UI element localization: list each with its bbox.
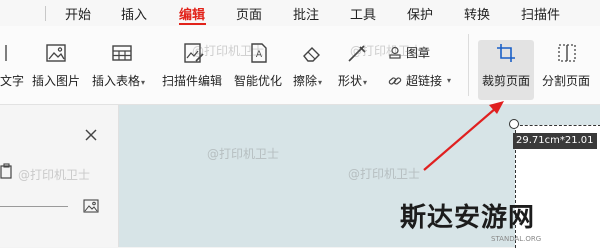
tool-insert-image-label: 插入图片 [32, 74, 81, 88]
panel-slider-track[interactable] [0, 206, 68, 207]
menu-convert[interactable]: 转换 [464, 4, 490, 23]
tool-insert-table[interactable] [110, 42, 134, 64]
close-icon[interactable] [85, 129, 97, 141]
tool-insert-image[interactable] [44, 42, 68, 64]
tool-hyperlink[interactable]: 超链接 ▾ [388, 72, 451, 89]
tool-scan-edit-label: 扫描件编辑 [162, 74, 223, 88]
tool-crop-page-label: 裁剪页面 [482, 74, 531, 88]
tool-eraser-label: 擦除▾ [293, 74, 323, 88]
tool-smart-optimize-label: 智能优化 [234, 74, 283, 88]
tool-text[interactable] [0, 42, 22, 64]
menu-tools[interactable]: 工具 [350, 4, 376, 23]
tool-insert-table-label: 插入表格▾ [92, 74, 146, 88]
menu-edit[interactable]: 编辑 [179, 4, 205, 23]
menu-protect[interactable]: 保护 [407, 4, 433, 23]
tool-split-page[interactable] [555, 42, 579, 64]
tool-split-page-label: 分割页面 [542, 74, 591, 88]
page-dimension-badge: 29.71cm*21.01 [513, 133, 597, 149]
chevron-down-icon: ▾ [363, 78, 368, 87]
menu-scan[interactable]: 扫描件 [521, 4, 560, 23]
link-icon [388, 76, 402, 85]
watermark-text: @打印机卫士 [192, 44, 265, 58]
image-icon[interactable] [83, 199, 99, 213]
menu-insert[interactable]: 插入 [121, 4, 147, 23]
table-icon [112, 45, 132, 61]
watermark-text: @打印机卫士 [348, 167, 421, 181]
eraser-icon [303, 47, 320, 62]
text-icon [5, 45, 7, 61]
ribbon-toolbar: 文字 插入图片 插入表格▾ 扫描件编辑 A 智能优化 擦除▾ 形状▾ 图章 超链… [0, 26, 600, 105]
menu-annotate[interactable]: 批注 [293, 4, 319, 23]
tool-text-label: 文字 [0, 74, 25, 88]
chevron-down-icon: ▾ [141, 78, 146, 87]
chevron-down-icon: ▾ [447, 76, 452, 85]
site-logo-text: 斯达安游网 [400, 203, 536, 233]
split-icon [558, 44, 576, 62]
ribbon-separator [468, 34, 469, 96]
menu-bar: 开始 插入 编辑 页面 批注 工具 保护 转换 扫描件 [0, 0, 600, 26]
watermark-text: @打印机卫士 [207, 147, 280, 161]
tool-crop-page[interactable] [494, 42, 518, 64]
menu-start[interactable]: 开始 [65, 4, 91, 23]
paste-icon[interactable] [0, 163, 14, 179]
image-icon [46, 44, 66, 62]
tool-eraser[interactable] [300, 42, 324, 64]
tool-shape-label: 形状▾ [338, 74, 368, 88]
crop-icon [497, 44, 515, 62]
active-tab-indicator [179, 23, 206, 25]
menu-page[interactable]: 页面 [236, 4, 262, 23]
menu-separator [45, 6, 46, 21]
chevron-down-icon: ▾ [318, 78, 323, 87]
tool-hyperlink-label: 超链接 [406, 74, 443, 88]
site-logo-subtext: STANDAL.ORG [491, 235, 542, 243]
watermark-text: @打印机卫士 [350, 44, 423, 58]
crop-handle[interactable] [509, 119, 519, 129]
watermark-text: @打印机卫士 [18, 168, 91, 182]
